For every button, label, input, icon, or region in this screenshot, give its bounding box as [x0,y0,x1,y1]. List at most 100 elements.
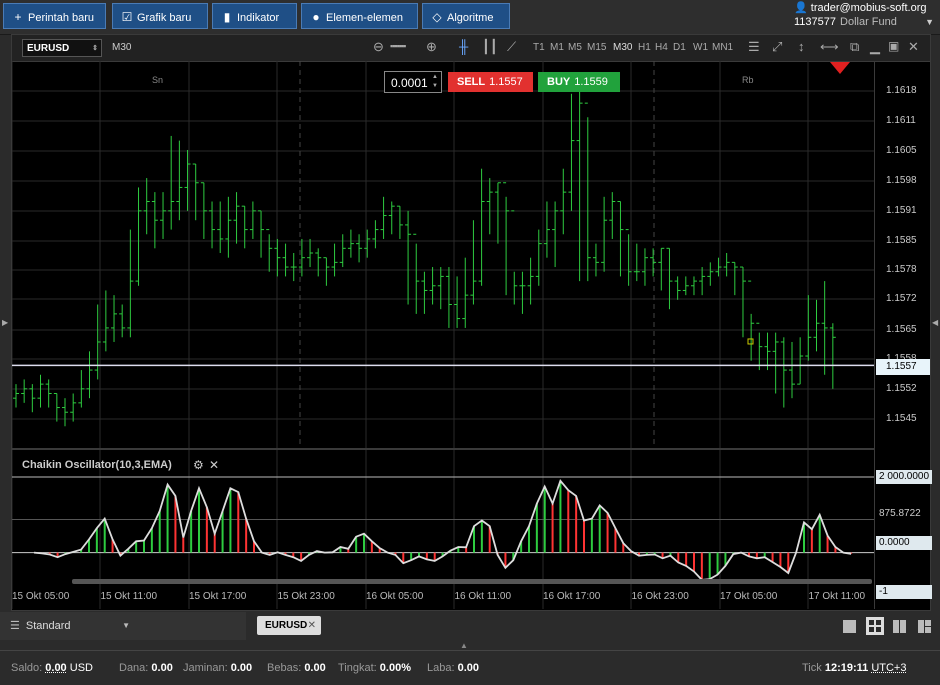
timeframe-d1[interactable]: D1 [673,42,686,53]
price-tick-label: 1.1572 [886,293,917,304]
timeframe-m30[interactable]: M30 [613,42,632,53]
close-icon[interactable]: ✕ [908,39,919,55]
time-tick-label: 16 Okt 17:00 [543,591,601,602]
price-tick-label: 1.1585 [886,235,917,246]
price-axis[interactable] [874,61,931,609]
main-toolbar: + Perintah baru ☑ Grafik baru ▮ Indikator ●… [0,0,940,35]
time-tick-label: 17 Okt 05:00 [720,591,778,602]
spinner-icon[interactable]: ▲ ▼ [432,73,438,91]
osc-level-label: 875.8722 [879,508,921,519]
balance-value[interactable]: 0.00 [45,662,66,674]
indicator-button[interactable]: ▮ Indikator [212,3,297,29]
new-chart-button[interactable]: ☑ Grafik baru [112,3,208,29]
price-tick-label: 1.1591 [886,205,917,216]
diamond-icon: ◇ [432,10,442,24]
collapse-right-icon[interactable]: ◀ [932,318,938,327]
user-icon: 👤 [794,2,808,14]
price-tick-label: 1.1545 [886,413,917,424]
panel-toggle-icon[interactable]: ▲ [460,641,468,650]
zoom-out-icon[interactable]: ⊖ [373,39,384,55]
margin-level-value: 0.00% [379,662,411,674]
timeframe-w1[interactable]: W1 [693,42,708,53]
workspace-select[interactable]: ☰ Standard ▼ [0,612,246,640]
horizontal-line-icon[interactable]: ⟷ [820,39,839,55]
price-tick-label: 1.1598 [886,175,917,186]
close-tab-icon[interactable]: ✕ [308,616,316,635]
layout-columns-icon[interactable] [893,620,906,633]
symbol-select[interactable]: EURUSD ⇕ [22,39,102,57]
zoom-slider[interactable]: ▪▪▪▪▪▪▪ [390,41,406,51]
sell-button[interactable]: SELL 1.1557 [448,72,533,92]
osc-level-label: 0.0000 [876,536,932,550]
candle-type-icon[interactable]: ┃┃ [482,39,498,55]
timeframe-m5[interactable]: M5 [568,42,582,53]
status-bar: Saldo: 0.00 USD Dana: 0.00 Jaminan: 0.00… [0,650,940,685]
price-tick-label: 1.1611 [886,115,916,126]
time-tick-label: 15 Okt 17:00 [189,591,247,602]
timeframe-h4[interactable]: H4 [655,42,668,53]
maximize-icon[interactable]: ▣ [888,39,899,53]
bar-type-icon[interactable]: ╫ [459,39,468,54]
trendline-icon[interactable]: ⤢ [772,39,782,55]
account-info[interactable]: 👤 trader@mobius-soft.org 1137577 Dollar F… [794,1,934,28]
chart-tab[interactable]: EURUSD ✕ [257,616,321,635]
time-tick-label: 17 Okt 11:00 [808,591,866,602]
time-tick-label: 15 Okt 05:00 [12,591,70,602]
price-tick-label: 1.1618 [886,85,917,96]
timeframe-label: M30 [112,42,132,53]
detach-icon[interactable]: ⧉ [850,39,859,55]
chart-toolbar: EURUSD ⇕ M30 ⊖ ▪▪▪▪▪▪▪ ⊕ ╫ ┃┃ ⟋ T1 M1 M5 M15… [12,35,930,62]
chevron-down-icon: ▼ [122,621,130,630]
time-tick-label: 16 Okt 11:00 [454,591,512,602]
day-label: Sn [152,75,164,85]
time-tick-label: 16 Okt 23:00 [631,591,689,602]
elements-button[interactable]: ● Elemen-elemen [301,3,418,29]
vertical-line-icon[interactable]: ↕ [798,39,805,54]
layout-grid-icon[interactable] [866,617,884,635]
price-tick-label: 1.1578 [886,264,917,275]
timeframe-m1[interactable]: M1 [550,42,564,53]
close-icon[interactable]: ✕ [209,458,219,472]
menu-icon: ☰ [10,620,20,632]
layout-rows-icon[interactable] [918,620,931,633]
equity-value: 0.00 [151,662,173,674]
time-tick-label: 15 Okt 23:00 [277,591,335,602]
margin-value: 0.00 [230,662,253,674]
timeframe-mn1[interactable]: MN1 [712,42,733,53]
layout-single-icon[interactable] [843,620,856,633]
time-tick-label: 15 Okt 11:00 [100,591,158,602]
lot-input[interactable]: 0.0001 ▲ ▼ [384,71,442,93]
minimize-icon[interactable]: ▁ [870,39,880,55]
shapes-icon: ● [312,10,320,24]
buy-button[interactable]: BUY 1.1559 [538,72,620,92]
time-tick-label: 16 Okt 05:00 [366,591,424,602]
timeframe-m15[interactable]: M15 [587,42,606,53]
timeframe-h1[interactable]: H1 [638,42,651,53]
collapse-left-icon[interactable]: ▶ [2,318,8,327]
fibonacci-icon[interactable]: ☰ [748,39,760,55]
timezone-select[interactable]: UTC+3 [871,662,906,674]
plus-icon: + [14,10,22,24]
updown-icon: ⇕ [92,45,98,52]
chart-scrollbar[interactable] [72,579,872,584]
gear-icon[interactable]: ⚙ [193,458,204,472]
algorithm-button[interactable]: ◇ Algoritme [422,3,510,29]
profit-value: 0.00 [457,662,480,674]
chevron-down-icon: ▼ [925,17,934,27]
free-margin-value: 0.00 [304,662,326,674]
osc-level-label: -1 437.8000 [876,585,932,611]
chart-window: EURUSD ⇕ M30 ⊖ ▪▪▪▪▪▪▪ ⊕ ╫ ┃┃ ⟋ T1 M1 M5 M15… [11,34,932,611]
line-type-icon[interactable]: ⟋ [507,39,516,55]
chart-icon: ☑ [121,10,133,24]
zoom-in-icon[interactable]: ⊕ [426,39,437,55]
price-tick-label: 1.1552 [886,383,917,394]
day-label: Rb [742,75,754,85]
new-order-button[interactable]: + Perintah baru [3,3,106,29]
current-price-label: 1.1557 [876,359,930,375]
workspace-bar: ☰ Standard ▼ EURUSD ✕ [0,612,940,640]
price-tick-label: 1.1605 [886,145,917,156]
clock: 12:19:11 [824,662,869,674]
osc-level-label: 2 000.0000 [876,470,932,484]
price-plot[interactable] [12,61,874,609]
timeframe-t1[interactable]: T1 [533,42,545,53]
